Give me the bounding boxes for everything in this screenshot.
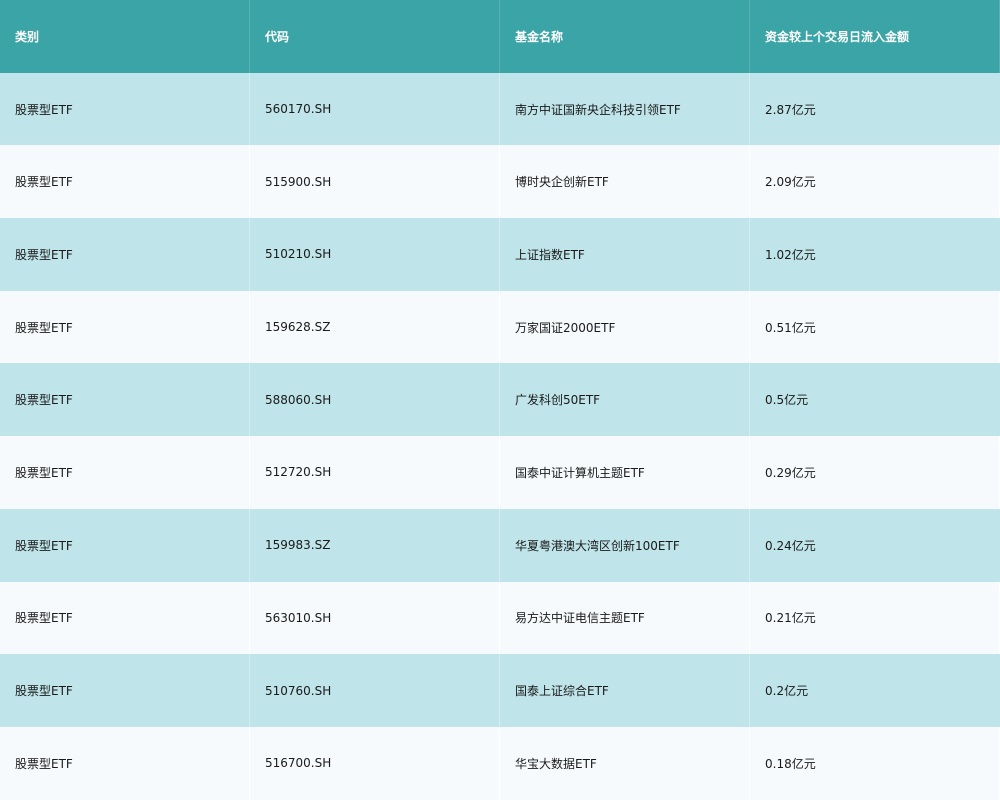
cell-inflow-amount: 0.18亿元 — [750, 726, 1000, 800]
cell-code: 516700.SH — [250, 726, 500, 800]
cell-inflow-amount: 2.09亿元 — [750, 145, 1000, 219]
header-fund-name: 基金名称 — [500, 0, 750, 73]
cell-code: 515900.SH — [250, 145, 500, 219]
cell-inflow-amount: 0.2亿元 — [765, 684, 809, 699]
cell-category: 股票型ETF — [0, 581, 250, 655]
cell-category: 股票型ETF — [0, 436, 250, 509]
table-row: 股票型ETF 563010.SH 易方达中证电信主题ETF 0.21亿元 — [0, 581, 1000, 655]
table-row: 股票型ETF 512720.SH 国泰中证计算机主题ETF 0.29亿元 — [0, 436, 1000, 509]
cell-inflow-amount: 0.21亿元 — [750, 581, 1000, 655]
cell-category: 股票型ETF — [0, 508, 250, 582]
cell-category: 股票型ETF — [0, 726, 250, 800]
cell-code: 588060.SH — [250, 363, 500, 437]
cell-inflow-amount: 2.87亿元 — [765, 102, 816, 117]
cell-inflow-amount: 0.51亿元 — [750, 290, 1000, 364]
cell-fund-name: 国泰上证综合ETF — [500, 654, 750, 727]
header-category: 类别 — [0, 0, 250, 73]
cell-category: 股票型ETF — [0, 654, 250, 727]
cell-code: 510210.SH — [250, 218, 500, 291]
table-row: 股票型ETF 510210.SH 上证指数ETF 1.02亿元 — [0, 218, 1000, 291]
cell-code: 560170.SH — [250, 72, 500, 146]
table-row: 股票型ETF 159983.SZ 华夏粤港澳大湾区创新100ETF 0.24亿元 — [0, 508, 1000, 582]
cell-code: 159983.SZ — [250, 508, 500, 582]
cell-code: 159628.SZ — [250, 290, 500, 364]
header-inflow-amount: 资金较上个交易日流入金额 — [750, 0, 1000, 73]
table-row: 股票型ETF 515900.SH 博时央企创新ETF 2.09亿元 — [0, 145, 1000, 219]
cell-fund-name: 博时央企创新ETF — [500, 145, 750, 219]
table-header-row: 类别 代码 基金名称 资金较上个交易日流入金额 — [0, 0, 1000, 73]
cell-category: 股票型ETF — [0, 72, 250, 146]
table-row: 股票型ETF 159628.SZ 万家国证2000ETF 0.51亿元 — [0, 290, 1000, 364]
cell-inflow-amount: 1.02亿元 — [765, 247, 816, 262]
cell-inflow-amount: 0.29亿元 — [750, 436, 1000, 509]
table-row: 股票型ETF 510760.SH 国泰上证综合ETF 0.2亿元 — [0, 654, 1000, 727]
table-row: 股票型ETF 560170.SH 南方中证国新央企科技引领ETF 2.87亿元 — [0, 72, 1000, 146]
table-row: 股票型ETF 588060.SH 广发科创50ETF 0.5亿元 — [0, 363, 1000, 437]
cell-fund-name: 广发科创50ETF — [500, 363, 750, 437]
cell-fund-name: 万家国证2000ETF — [500, 290, 750, 364]
cell-category: 股票型ETF — [0, 290, 250, 364]
table-row: 股票型ETF 516700.SH 华宝大数据ETF 0.18亿元 — [0, 726, 1000, 800]
cell-inflow-amount: 0.5亿元 — [765, 393, 809, 408]
cell-category: 股票型ETF — [0, 145, 250, 219]
cell-fund-name: 华宝大数据ETF — [500, 726, 750, 800]
cell-inflow-amount: 0.24亿元 — [765, 538, 816, 553]
cell-category: 股票型ETF — [0, 218, 250, 291]
cell-code: 563010.SH — [250, 581, 500, 655]
cell-fund-name: 华夏粤港澳大湾区创新100ETF — [500, 508, 750, 582]
header-code: 代码 — [250, 0, 500, 73]
cell-code: 512720.SH — [250, 436, 500, 509]
cell-fund-name: 国泰中证计算机主题ETF — [500, 436, 750, 509]
fund-flow-table: 类别 代码 基金名称 资金较上个交易日流入金额 股票型ETF 560170.SH… — [0, 0, 1000, 800]
cell-code: 510760.SH — [250, 654, 500, 727]
cell-fund-name: 南方中证国新央企科技引领ETF — [500, 72, 750, 146]
cell-category: 股票型ETF — [0, 363, 250, 437]
cell-fund-name: 易方达中证电信主题ETF — [500, 581, 750, 655]
cell-fund-name: 上证指数ETF — [500, 218, 750, 291]
